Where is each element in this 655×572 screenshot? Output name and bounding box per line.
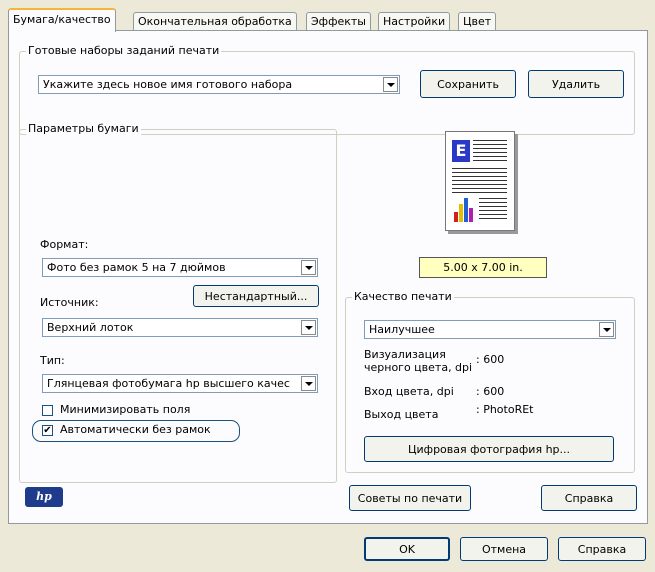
black-dpi-value: : 600 [476, 353, 505, 366]
minimize-margins-checkbox[interactable] [42, 405, 53, 416]
auto-borderless-checkbox[interactable]: ✔ [42, 425, 53, 436]
save-preset-button[interactable]: Сохранить [420, 70, 516, 98]
cancel-button[interactable]: Отмена [460, 537, 548, 561]
quality-combo[interactable]: Наилучшее [364, 320, 616, 339]
type-combo[interactable]: Глянцевая фотобумага hp высшего качес [42, 374, 318, 393]
text-lines-icon [479, 198, 507, 222]
dropdown-arrow-icon[interactable] [383, 77, 398, 92]
tab-settings[interactable]: Настройки [378, 12, 451, 30]
delete-preset-button[interactable]: Удалить [528, 70, 624, 98]
quality-value: Наилучшее [369, 323, 435, 336]
dropdown-arrow-icon[interactable] [301, 376, 316, 391]
hp-logo: hp [25, 487, 63, 507]
paper-size-label: 5.00 x 7.00 in. [419, 257, 547, 278]
tab-color[interactable]: Цвет [458, 12, 497, 30]
paper-group: Параметры бумаги Формат: Фото без рамок … [19, 122, 337, 483]
panel-help-button[interactable]: Справка [541, 485, 637, 511]
presets-combo-value: Укажите здесь новое имя готового набора [43, 78, 293, 91]
source-combo[interactable]: Верхний лоток [42, 318, 318, 337]
digital-photo-button[interactable]: Цифровая фотография hp... [364, 436, 614, 462]
black-dpi-label-line1: Визуализация [364, 348, 446, 361]
format-combo[interactable]: Фото без рамок 5 на 7 дюймов [42, 258, 318, 277]
color-out-label: Выход цвета [364, 408, 439, 421]
type-value: Глянцевая фотобумага hp высшего качес [47, 377, 290, 390]
dropdown-arrow-icon[interactable] [301, 260, 316, 275]
color-in-label: Вход цвета, dpi [364, 385, 454, 398]
quality-group: Качество печати Наилучшее Визуализация ч… [345, 290, 635, 473]
paper-legend: Параметры бумаги [26, 122, 141, 135]
presets-legend: Готовые наборы заданий печати [26, 44, 222, 57]
presets-combo[interactable]: Укажите здесь новое имя готового набора [38, 75, 400, 94]
source-value: Верхний лоток [47, 321, 134, 334]
color-in-value: : 600 [476, 385, 505, 398]
dropdown-arrow-icon[interactable] [301, 320, 316, 335]
dropdown-arrow-icon[interactable] [599, 322, 614, 337]
paper-preview: E [445, 131, 515, 231]
help-button[interactable]: Справка [558, 537, 646, 561]
black-dpi-label-line2: черного цвета, dpi [364, 361, 473, 374]
tab-paper-quality[interactable]: Бумага/качество [8, 8, 116, 32]
letter-e-icon: E [452, 140, 470, 162]
type-label: Тип: [40, 354, 65, 367]
color-out-value: : PhotoREt [476, 403, 534, 416]
format-value: Фото без рамок 5 на 7 дюймов [47, 261, 226, 274]
bar-chart-icon [452, 196, 476, 222]
source-label: Источник: [40, 296, 99, 309]
print-tips-button[interactable]: Советы по печати [349, 485, 471, 511]
tab-effects[interactable]: Эффекты [306, 12, 371, 30]
tab-panel: Готовые наборы заданий печати Укажите зд… [8, 30, 648, 524]
text-lines-icon [473, 140, 507, 164]
text-lines-icon [452, 168, 507, 194]
ok-button[interactable]: OK [364, 537, 450, 561]
quality-legend: Качество печати [352, 290, 454, 303]
format-label: Формат: [40, 238, 89, 251]
custom-size-button[interactable]: Нестандартный... [193, 285, 319, 307]
minimize-margins-label: Минимизировать поля [60, 403, 191, 416]
auto-borderless-label: Автоматически без рамок [60, 423, 211, 436]
tab-finishing[interactable]: Окончательная обработка [133, 12, 297, 30]
